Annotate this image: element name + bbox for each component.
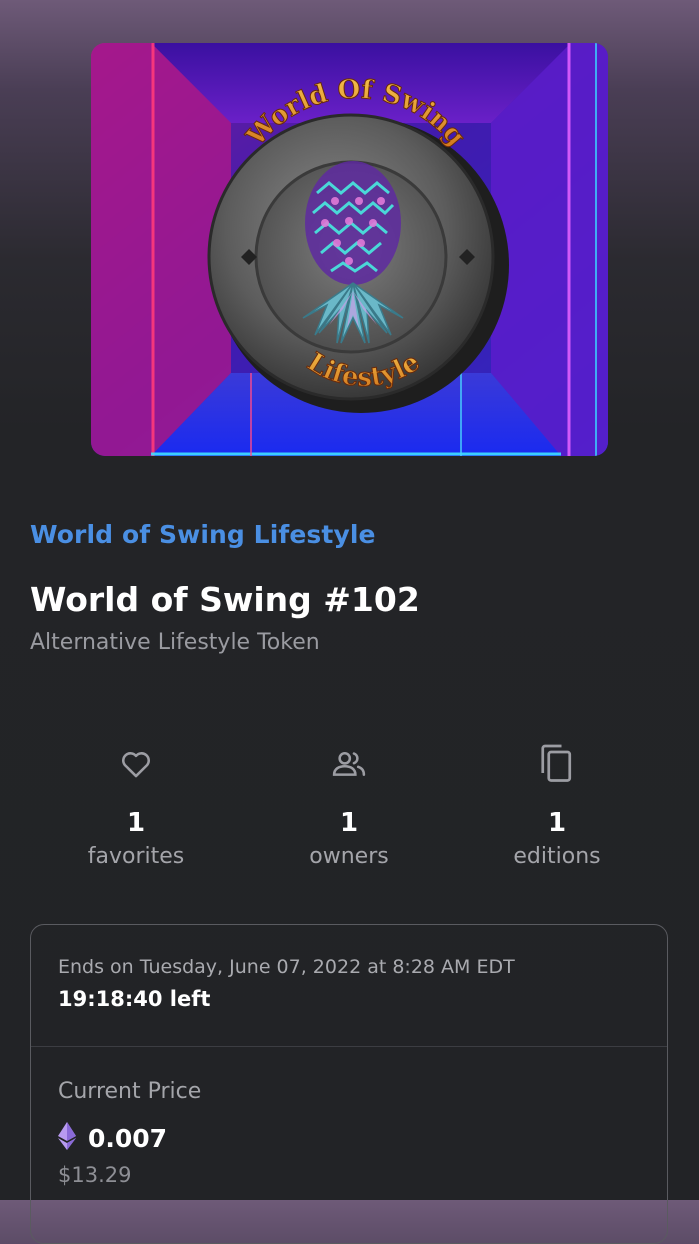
auction-card: Ends on Tuesday, June 07, 2022 at 8:28 A… [30,924,668,1244]
price-row: 0.007 [58,1122,167,1154]
heart-icon[interactable] [46,740,226,788]
token-title: World of Swing #102 [30,580,420,619]
owners-label: owners [309,844,389,869]
copy-icon[interactable] [467,740,647,788]
auction-time-left: 19:18:40 left [58,987,211,1011]
coin-artwork-image: World Of Swing Lifestyle [91,43,608,456]
owners-stat[interactable]: 1 owners [259,740,439,872]
ethereum-icon [58,1122,76,1154]
auction-end-date: Ends on Tuesday, June 07, 2022 at 8:28 A… [58,956,515,978]
favorites-count: 1 [126,808,146,838]
price-usd: $13.29 [58,1163,132,1187]
editions-stat[interactable]: 1 editions [467,740,647,872]
price-label: Current Price [58,1079,202,1104]
token-subtitle: Alternative Lifestyle Token [30,630,320,655]
owners-count: 1 [339,808,359,838]
nft-artwork[interactable]: World Of Swing Lifestyle [91,43,608,456]
price-value: 0.007 [88,1123,168,1153]
favorites-stat[interactable]: 1 favorites [46,740,226,872]
collection-link[interactable]: World of Swing Lifestyle [30,520,376,549]
favorites-label: favorites [87,844,185,869]
divider [31,1046,667,1047]
editions-count: 1 [547,808,567,838]
editions-label: editions [513,844,601,869]
people-icon[interactable] [259,740,439,788]
